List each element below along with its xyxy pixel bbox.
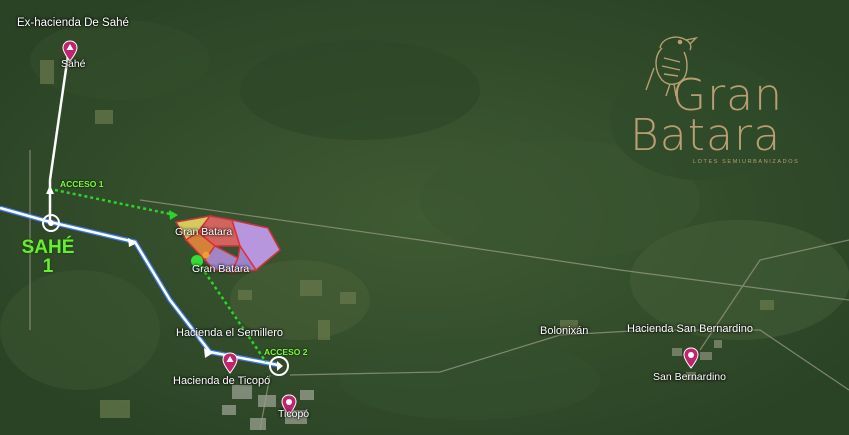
route-overlay [0, 54, 281, 368]
label-gran-batara-1: Gran Batara [175, 226, 233, 238]
sahe-junction-marker[interactable] [41, 213, 61, 233]
access-arrow-icon [169, 210, 178, 220]
label-gran-batara-2: Gran Batara [192, 263, 250, 275]
route-arrow-icon [46, 185, 54, 194]
label-ticopo: Ticopó [278, 408, 310, 420]
label-acceso-1: ACCESO 1 [60, 179, 104, 189]
label-hacienda-el-semillero: Hacienda el Semillero [176, 327, 283, 339]
label-ex-hacienda-sahe: Ex-hacienda De Sahé [17, 17, 129, 29]
logo-line-batara: Batara [630, 110, 782, 161]
sahe-1-marker-label: SAHÉ 1 [12, 238, 84, 276]
label-san-bernardino: San Bernardino [653, 371, 726, 383]
label-sahe: Sahé [61, 58, 86, 70]
acceso-2-marker[interactable] [268, 355, 290, 377]
label-hacienda-san-bernardino: Hacienda San Bernardino [627, 323, 753, 335]
logo-tagline: LOTES SEMIURBANIZADOS [693, 159, 800, 165]
label-bolonixan: Bolonixán [540, 325, 589, 337]
map-pin-icon[interactable] [222, 352, 238, 374]
sahe-label-line2: 1 [42, 256, 54, 277]
sahe-label-line1: SAHÉ [21, 237, 75, 258]
map-pin-icon[interactable] [683, 347, 699, 369]
satellite-map[interactable]: Ex-hacienda De Sahé Sahé Gran Batara Gra… [0, 0, 849, 435]
label-acceso-2: ACCESO 2 [264, 347, 308, 357]
label-hacienda-de-ticopo: Hacienda de Ticopó [173, 375, 271, 387]
